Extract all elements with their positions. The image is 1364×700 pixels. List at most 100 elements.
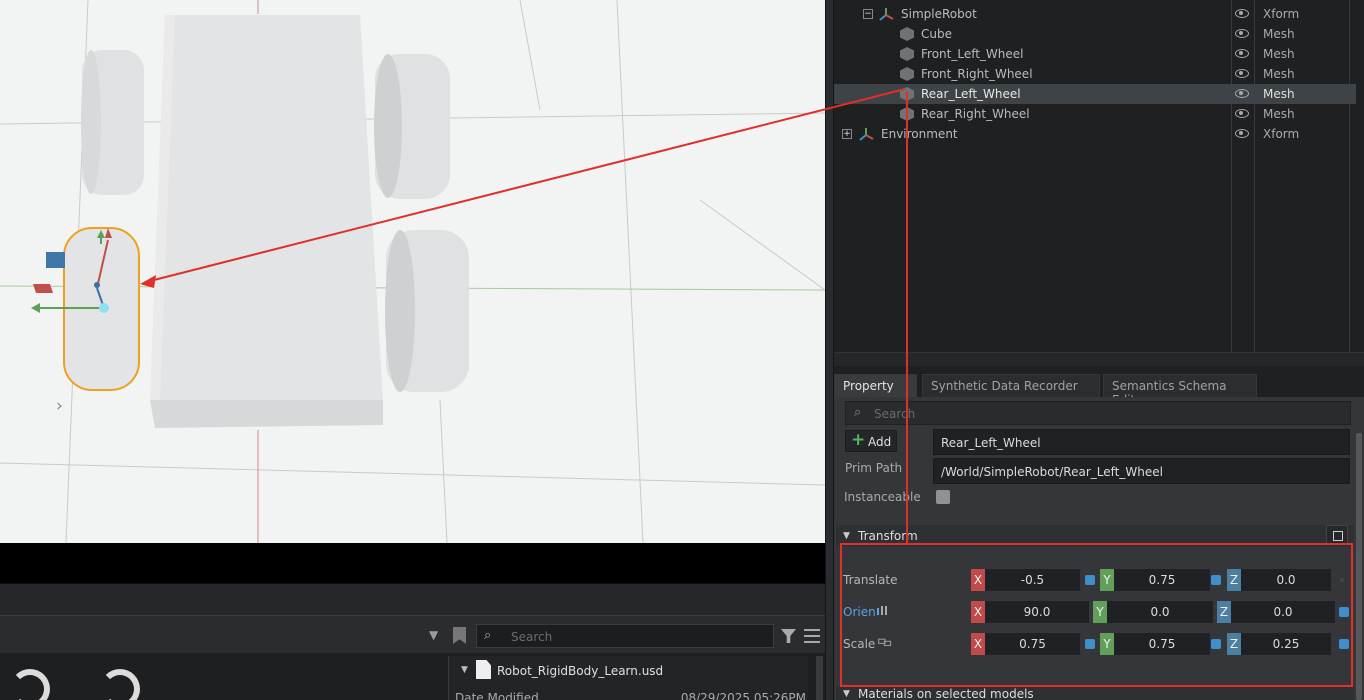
materials-title: Materials on selected models [858, 687, 1034, 700]
tree-item-type: Mesh [1263, 107, 1295, 121]
transform-section-header[interactable]: ▼ Transform [836, 525, 1354, 547]
content-search-input[interactable]: ⌕ Search [476, 624, 774, 648]
scale-y-field[interactable]: 0.75 [1114, 633, 1210, 655]
keyframe-icon[interactable] [1211, 639, 1221, 649]
tree-item-type: Xform [1263, 7, 1300, 21]
translate-x-field[interactable]: -0.5 [985, 569, 1080, 591]
filter-icon[interactable] [781, 629, 796, 643]
axis-x: X [971, 569, 985, 591]
file-icon [476, 660, 491, 679]
collapse-icon[interactable]: − [863, 9, 873, 19]
xform-icon [879, 8, 894, 21]
translate-z-field[interactable]: 0.0 [1241, 569, 1331, 591]
eye-icon[interactable] [1235, 109, 1249, 118]
axis-z: Z [1217, 601, 1231, 623]
orient-z-field[interactable]: 0.0 [1231, 601, 1335, 623]
eye-icon[interactable] [1235, 9, 1249, 18]
keyframe-icon[interactable] [1085, 575, 1095, 585]
transform-title: Transform [858, 529, 918, 543]
collapse-triangle-icon[interactable]: ▼ [461, 665, 468, 675]
mesh-icon [900, 47, 914, 61]
instanceable-label: Instanceable [844, 490, 921, 504]
prim-path-field[interactable]: /World/SimpleRobot/Rear_Left_Wheel [933, 458, 1350, 484]
tree-row-front-left-wheel[interactable]: Front_Left_Wheel Mesh [834, 44, 1356, 64]
tree-item-label: Cube [921, 27, 952, 41]
tree-item-label: SimpleRobot [901, 7, 977, 21]
tree-row-rear-right-wheel[interactable]: Rear_Right_Wheel Mesh [834, 104, 1356, 124]
stage-tree: − SimpleRobot Xform Cube Mesh Front_Left… [834, 0, 1364, 366]
keyframe-icon[interactable] [1339, 607, 1349, 617]
link-scale-icon[interactable] [878, 637, 892, 647]
orient-x-field[interactable]: 90.0 [985, 601, 1089, 623]
tree-item-label: Front_Right_Wheel [921, 67, 1033, 81]
tab-semantics-schema-editor[interactable]: Semantics Schema Editor [1103, 374, 1257, 407]
front-right-wheel [374, 54, 450, 199]
tree-item-type: Mesh [1263, 47, 1295, 61]
eye-icon[interactable] [1235, 69, 1249, 78]
viewport[interactable]: › [0, 0, 825, 543]
orient-label: Orien [843, 605, 876, 619]
tree-row-front-right-wheel[interactable]: Front_Right_Wheel Mesh [834, 64, 1356, 84]
tree-item-label: Environment [881, 127, 958, 141]
scale-z-field[interactable]: 0.25 [1241, 633, 1331, 655]
axis-x: X [971, 633, 985, 655]
tab-synthetic-data-recorder[interactable]: Synthetic Data Recorder [922, 374, 1100, 397]
panel-gap [0, 583, 825, 615]
transform-settings-button[interactable] [1326, 525, 1348, 545]
axis-y: Y [1100, 569, 1114, 591]
isaac-sim-window: › ▼ ⌕ Search ▼ Robot_RigidBody_Learn.usd… [0, 0, 1364, 700]
eye-icon[interactable] [1235, 29, 1249, 38]
translate-label: Translate [843, 573, 898, 587]
axis-x: X [971, 601, 985, 623]
expand-icon[interactable]: + [842, 129, 852, 139]
tree-row-rear-left-wheel[interactable]: Rear_Left_Wheel Mesh [834, 84, 1356, 104]
chevron-right-icon: › [56, 396, 63, 416]
scale-row: Scale X 0.75 Y 0.75 Z 0.25 [834, 633, 1364, 655]
search-icon: ⌕ [854, 405, 862, 420]
search-icon: ⌕ [484, 628, 492, 643]
tree-row-simplerobot[interactable]: − SimpleRobot Xform [834, 4, 1356, 24]
orient-y-field[interactable]: 0.0 [1107, 601, 1213, 623]
prim-name-field[interactable]: Rear_Left_Wheel [933, 429, 1350, 455]
tree-row-cube[interactable]: Cube Mesh [834, 24, 1356, 44]
tree-row-environment[interactable]: + Environment Xform [834, 124, 1356, 144]
folder-icon[interactable] [100, 669, 140, 700]
translate-row: Translate X -0.5 Y 0.75 Z 0.0 [834, 569, 1364, 591]
mesh-icon [900, 67, 914, 81]
property-scrollbar[interactable] [1356, 433, 1362, 700]
file-details: ▼ Robot_RigidBody_Learn.usd Date Modifie… [448, 656, 808, 700]
tab-property[interactable]: Property [834, 374, 917, 397]
keyframe-icon[interactable] [1340, 578, 1344, 582]
content-browser-body: ▼ Robot_RigidBody_Learn.usd Date Modifie… [0, 653, 825, 700]
folder-icon[interactable] [10, 669, 50, 700]
tree-item-label: Front_Left_Wheel [921, 47, 1024, 61]
scale-x-field[interactable]: 0.75 [985, 633, 1080, 655]
eye-icon[interactable] [1235, 49, 1249, 58]
vertical-splitter[interactable] [825, 0, 834, 700]
dropdown-caret-icon[interactable]: ▼ [429, 628, 438, 642]
date-modified-label: Date Modified [455, 691, 539, 700]
materials-section-header[interactable]: ▼ Materials on selected models [836, 686, 1354, 700]
bookmark-icon[interactable] [453, 627, 466, 644]
axis-y: Y [1093, 601, 1107, 623]
rear-right-wheel [385, 230, 469, 392]
chassis-cube [150, 15, 383, 400]
rotation-mode-icon[interactable] [876, 605, 890, 615]
eye-icon[interactable] [1235, 89, 1249, 98]
property-panel: ⌕ Search + Add Rear_Left_Wheel Prim Path… [834, 397, 1364, 700]
xform-icon [859, 128, 874, 141]
keyframe-icon[interactable] [1085, 639, 1095, 649]
tree-item-label: Rear_Left_Wheel [921, 87, 1021, 101]
property-search-input[interactable]: ⌕ Search [845, 401, 1351, 425]
eye-icon[interactable] [1235, 129, 1249, 138]
keyframe-icon[interactable] [1211, 575, 1221, 585]
viewport-scene[interactable]: › [0, 0, 825, 543]
menu-icon[interactable] [804, 629, 820, 643]
front-left-wheel [81, 50, 144, 195]
add-button[interactable]: + Add [845, 430, 897, 452]
keyframe-icon[interactable] [1339, 639, 1349, 649]
translate-y-field[interactable]: 0.75 [1114, 569, 1210, 591]
stage-scrollbar[interactable] [834, 352, 1364, 366]
instanceable-checkbox[interactable] [936, 490, 950, 504]
content-scrollbar[interactable] [816, 656, 823, 700]
